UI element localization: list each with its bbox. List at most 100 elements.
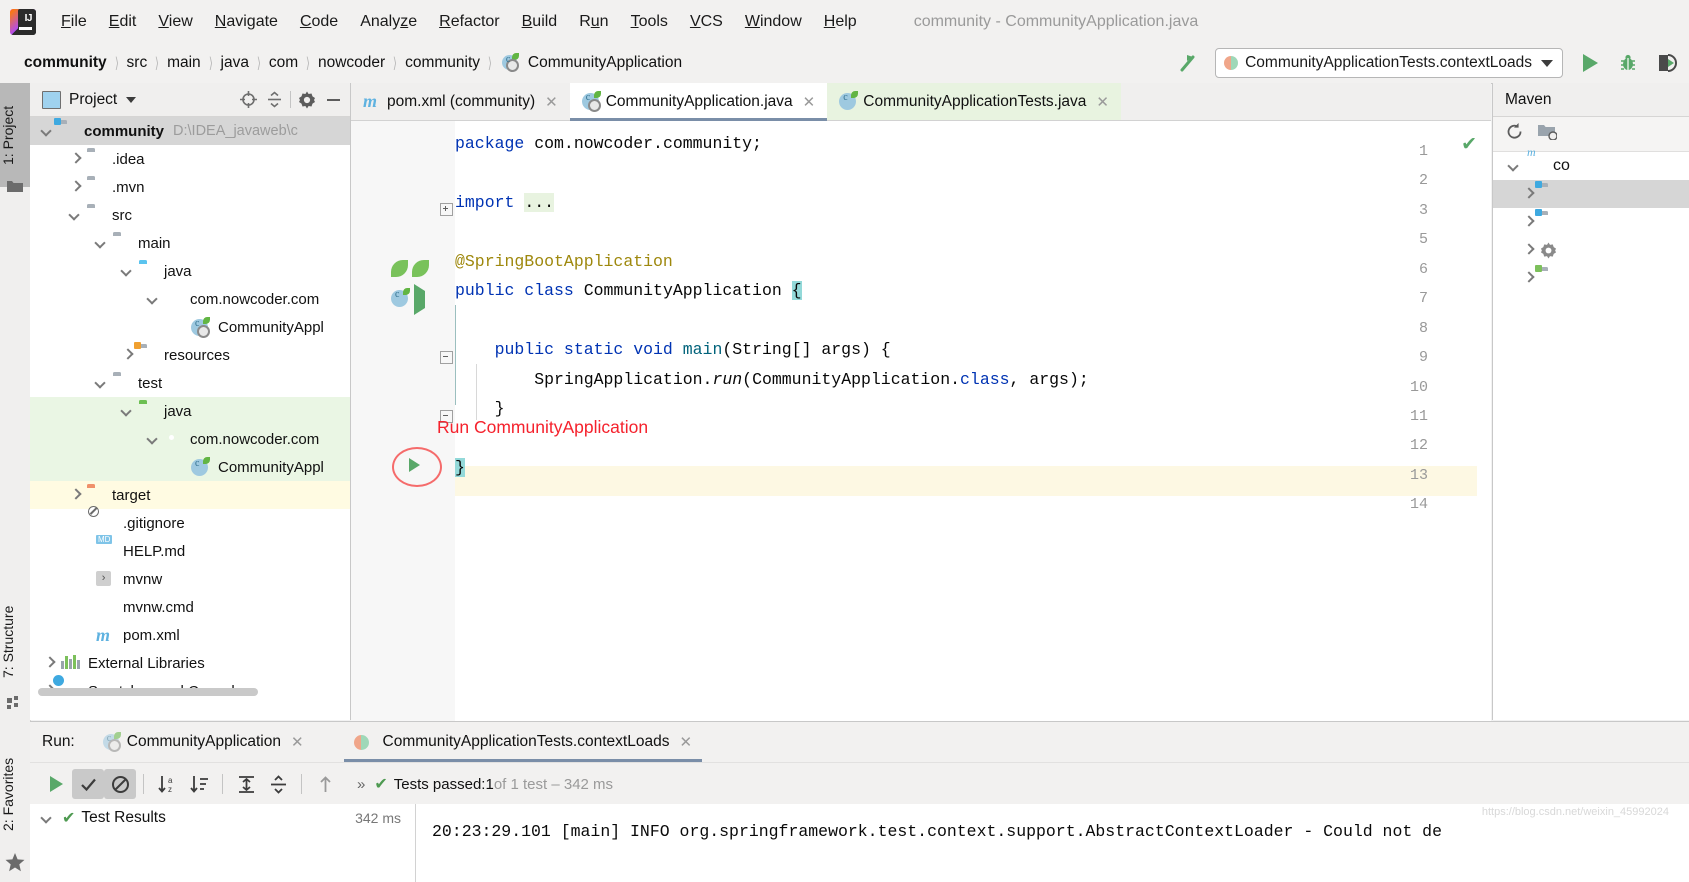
chevron-right-icon[interactable]	[1523, 217, 1533, 227]
sort-alphabetically-button[interactable]: a z	[151, 769, 183, 799]
tab-communityapplication-java[interactable]: CommunityApplication.java ✕	[569, 83, 828, 121]
chevron-down-icon[interactable]	[148, 434, 158, 444]
close-icon[interactable]: ✕	[679, 733, 692, 751]
maven-tree-row-lifecycle[interactable]	[1493, 180, 1689, 208]
chevron-down-icon[interactable]	[96, 238, 106, 248]
tree-row-pom-xml[interactable]: m pom.xml	[30, 621, 350, 649]
tree-row-idea[interactable]: .idea	[30, 145, 350, 173]
tree-row-mvnw-cmd[interactable]: mvnw.cmd	[30, 593, 350, 621]
tree-row-community[interactable]: community D:\IDEA_javaweb\c	[30, 117, 350, 145]
show-passed-button[interactable]	[72, 769, 104, 799]
spring-boot-icon[interactable]	[391, 288, 410, 308]
run-play-circled-icon[interactable]	[392, 447, 442, 487]
run-with-coverage-button[interactable]	[1649, 46, 1683, 80]
run-button[interactable]	[1573, 46, 1607, 80]
close-icon[interactable]: ✕	[803, 93, 816, 111]
menu-item-code[interactable]: Code	[289, 9, 349, 35]
collapse-all-button[interactable]	[262, 769, 294, 799]
show-ignored-button[interactable]	[104, 769, 136, 799]
previous-failed-test-button[interactable]	[309, 769, 341, 799]
tree-row-gitignore[interactable]: .gitignore	[30, 506, 350, 537]
menu-item-build[interactable]: Build	[511, 9, 569, 35]
chevron-right-icon[interactable]	[122, 350, 132, 360]
close-icon[interactable]: ✕	[1096, 93, 1109, 111]
chevron-down-icon[interactable]	[1509, 161, 1519, 171]
run-play-icon[interactable]	[414, 284, 432, 315]
debug-button[interactable]	[1611, 46, 1645, 80]
menu-item-refactor[interactable]: Refactor	[428, 9, 510, 35]
spring-bean-checked-icon[interactable]	[412, 260, 430, 278]
breadcrumb-item-community-pkg[interactable]: community	[401, 54, 484, 72]
chevron-down-icon[interactable]	[96, 378, 106, 388]
chevron-down-icon[interactable]	[122, 266, 132, 276]
tree-row-communityapplicationtests[interactable]: CommunityAppl	[30, 453, 350, 481]
sidebar-item-project[interactable]: 1: Project	[0, 83, 30, 187]
tree-row-src[interactable]: src	[30, 201, 350, 229]
tree-row-target[interactable]: target	[30, 481, 350, 509]
editor-vertical-scrollbar[interactable]	[1477, 158, 1491, 721]
chevron-right-icon[interactable]	[70, 182, 80, 192]
breadcrumb-item-nowcoder[interactable]: nowcoder	[314, 54, 389, 72]
menu-item-view[interactable]: View	[147, 9, 203, 35]
settings-button[interactable]	[294, 87, 320, 113]
tree-row-test[interactable]: test	[30, 369, 350, 397]
rerun-button[interactable]	[40, 769, 72, 799]
menu-item-file[interactable]: File	[50, 9, 98, 35]
test-results-tree[interactable]: ✔ Test Results 342 ms	[30, 804, 416, 882]
tab-communityapplicationtests-java[interactable]: CommunityApplicationTests.java ✕	[827, 83, 1121, 120]
tree-row-main-java[interactable]: java	[30, 257, 350, 285]
maven-tree-row-dependencies[interactable]	[1493, 264, 1689, 292]
chevron-down-icon[interactable]	[70, 210, 80, 220]
spring-bean-search-icon[interactable]	[391, 260, 409, 278]
run-configuration-selector[interactable]: CommunityApplicationTests.contextLoads	[1215, 48, 1563, 78]
editor-gutter[interactable]	[351, 121, 447, 721]
maven-tree-row-plugins[interactable]	[1493, 208, 1689, 236]
menu-item-run[interactable]: Run	[568, 9, 619, 35]
expand-all-button[interactable]	[230, 769, 262, 799]
tab-pom-xml[interactable]: m pom.xml (community) ✕	[351, 83, 570, 120]
close-icon[interactable]: ✕	[291, 733, 304, 751]
reload-all-maven-projects-button[interactable]	[1505, 122, 1524, 146]
chevron-right-icon[interactable]	[1523, 189, 1533, 199]
menu-item-analyze[interactable]: Analyze	[349, 9, 428, 35]
console-output[interactable]: https://blog.csdn.net/weixin_45992024 20…	[416, 804, 1689, 882]
sidebar-item-structure[interactable]: 7: Structure	[0, 581, 30, 702]
chevron-down-icon[interactable]	[122, 406, 132, 416]
add-maven-project-button[interactable]	[1538, 123, 1558, 145]
chevron-down-icon[interactable]	[148, 294, 158, 304]
hide-panel-button[interactable]	[320, 87, 346, 113]
menu-item-tools[interactable]: Tools	[620, 9, 679, 35]
tree-row-external-libraries[interactable]: External Libraries	[30, 649, 350, 677]
close-icon[interactable]: ✕	[545, 93, 558, 111]
expand-status-chevrons[interactable]: »	[357, 776, 365, 793]
build-hammer-icon[interactable]	[1175, 50, 1201, 76]
chevron-down-icon[interactable]	[42, 813, 52, 823]
breadcrumb-item-main[interactable]: main	[163, 54, 205, 72]
breadcrumb-item-com[interactable]: com	[265, 54, 302, 72]
chevron-down-icon[interactable]	[42, 126, 52, 136]
inspection-ok-checkmark[interactable]: ✔	[1461, 133, 1477, 156]
locate-file-button[interactable]	[235, 87, 261, 113]
menu-item-help[interactable]: Help	[813, 9, 868, 35]
sort-by-duration-button[interactable]	[183, 769, 215, 799]
tree-row-resources[interactable]: resources	[30, 341, 350, 369]
tree-row-test-java[interactable]: java	[30, 397, 350, 425]
tree-row-test-package[interactable]: com.nowcoder.com	[30, 425, 350, 453]
sidebar-item-favorites[interactable]: 2: Favorites	[0, 731, 30, 857]
tree-row-help-md[interactable]: MD HELP.md	[30, 535, 350, 565]
chevron-right-icon[interactable]	[70, 154, 80, 164]
breadcrumb-item-java[interactable]: java	[217, 54, 253, 72]
menu-item-navigate[interactable]: Navigate	[204, 9, 289, 35]
tree-row-main[interactable]: main	[30, 229, 350, 257]
tree-row-communityapplication[interactable]: CommunityAppl	[30, 313, 350, 341]
run-tab-contextloads[interactable]: CommunityApplicationTests.contextLoads ✕	[343, 722, 703, 762]
tree-row-main-package[interactable]: com.nowcoder.com	[30, 285, 350, 313]
maven-tree-row-project[interactable]: m co	[1493, 145, 1689, 180]
menu-item-vcs[interactable]: VCS	[679, 9, 734, 35]
chevron-down-icon[interactable]	[126, 96, 137, 103]
breadcrumb-item-src[interactable]: src	[123, 54, 152, 72]
chevron-right-icon[interactable]	[1523, 245, 1533, 255]
run-tab-communityapplication[interactable]: CommunityApplication ✕	[93, 722, 314, 762]
tree-row-mvnw[interactable]: › mvnw	[30, 565, 350, 593]
chevron-right-icon[interactable]	[1523, 273, 1533, 283]
